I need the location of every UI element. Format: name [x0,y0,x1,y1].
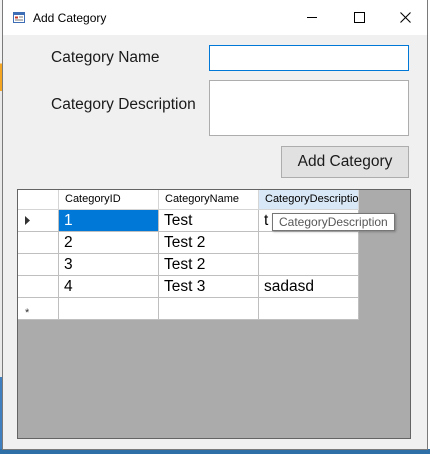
maximize-button[interactable] [336,0,382,35]
app-form-icon [13,12,25,23]
cell-new-category-id[interactable] [59,298,159,320]
cell-category-name[interactable]: Test 2 [159,232,259,254]
minimize-icon [306,17,317,18]
cell-category-name[interactable]: Test [159,210,259,232]
header-corner[interactable] [18,190,59,210]
column-header-category-name[interactable]: CategoryName [159,190,259,210]
new-row-marker-icon: * [25,307,30,319]
cell-category-id[interactable]: 1 [59,210,159,232]
row-header[interactable] [18,254,59,276]
cell-new-category-description[interactable] [259,298,359,320]
category-name-label: Category Name [51,49,160,66]
cell-category-description[interactable] [259,254,359,276]
cell-category-name[interactable]: Test 2 [159,254,259,276]
current-row-arrow-icon [25,216,30,225]
categories-data-grid[interactable]: CategoryID CategoryName CategoryDescript… [17,189,411,439]
row-header[interactable] [18,276,59,298]
minimize-button[interactable] [289,0,335,35]
column-header-category-description[interactable]: CategoryDescriptio [259,190,359,210]
title-bar[interactable]: Add Category [3,0,427,35]
category-name-input[interactable] [209,45,409,71]
close-button[interactable] [382,0,428,35]
row-header[interactable] [18,210,59,232]
category-description-input[interactable] [209,80,409,136]
cell-category-id[interactable]: 3 [59,254,159,276]
window-title: Add Category [33,11,107,25]
maximize-icon [353,12,365,23]
cell-category-description[interactable] [259,232,359,254]
add-category-button[interactable]: Add Category [281,146,409,178]
row-header[interactable]: * [18,298,59,320]
close-icon [399,12,411,23]
category-description-label: Category Description [51,96,196,113]
cell-category-description[interactable]: sadasd [259,276,359,298]
cell-category-id[interactable]: 4 [59,276,159,298]
cell-category-name[interactable]: Test 3 [159,276,259,298]
column-header-tooltip: CategoryDescription [272,213,395,231]
row-header[interactable] [18,232,59,254]
column-header-category-id[interactable]: CategoryID [59,190,159,210]
cell-new-category-name[interactable] [159,298,259,320]
add-category-window: Add Category Category Name Category Desc… [2,0,428,450]
cell-category-id[interactable]: 2 [59,232,159,254]
